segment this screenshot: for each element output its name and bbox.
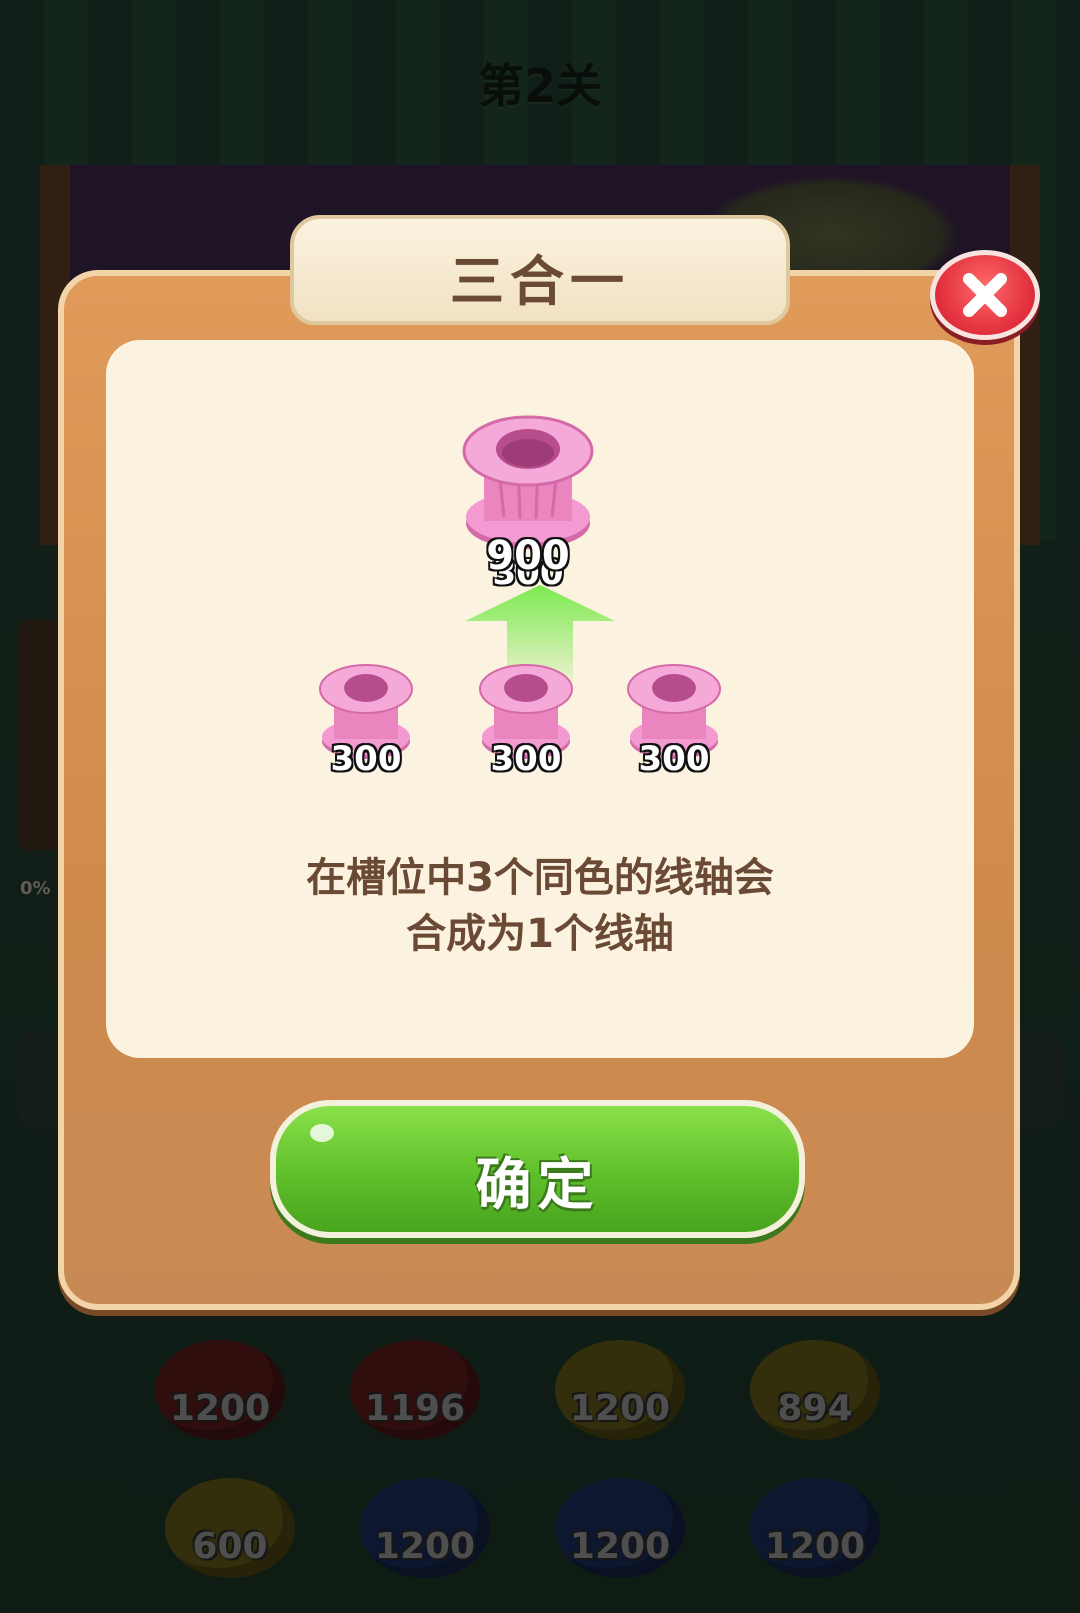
source-spool: 300 bbox=[476, 655, 576, 785]
result-spool: 300 900 bbox=[458, 405, 598, 593]
dialog-description: 在槽位中3个同色的线轴会 合成为1个线轴 bbox=[0, 850, 1080, 962]
close-button[interactable] bbox=[930, 250, 1040, 340]
source-spool-value: 300 bbox=[638, 739, 710, 779]
description-line-1: 在槽位中3个同色的线轴会 bbox=[306, 855, 774, 901]
source-spool-value: 300 bbox=[330, 739, 402, 779]
confirm-button-label: 确定 bbox=[475, 1153, 600, 1218]
source-spool: 300 bbox=[624, 655, 724, 785]
source-spool: 300 bbox=[316, 655, 416, 785]
confirm-button[interactable]: 确定 bbox=[270, 1100, 805, 1238]
close-icon bbox=[963, 273, 1007, 317]
description-line-2: 合成为1个线轴 bbox=[406, 911, 674, 957]
dialog-header: 三合一 bbox=[290, 215, 790, 325]
result-spool-value: 900 bbox=[486, 533, 570, 579]
source-spool-value: 300 bbox=[490, 739, 562, 779]
dialog-title: 三合一 bbox=[450, 250, 630, 313]
